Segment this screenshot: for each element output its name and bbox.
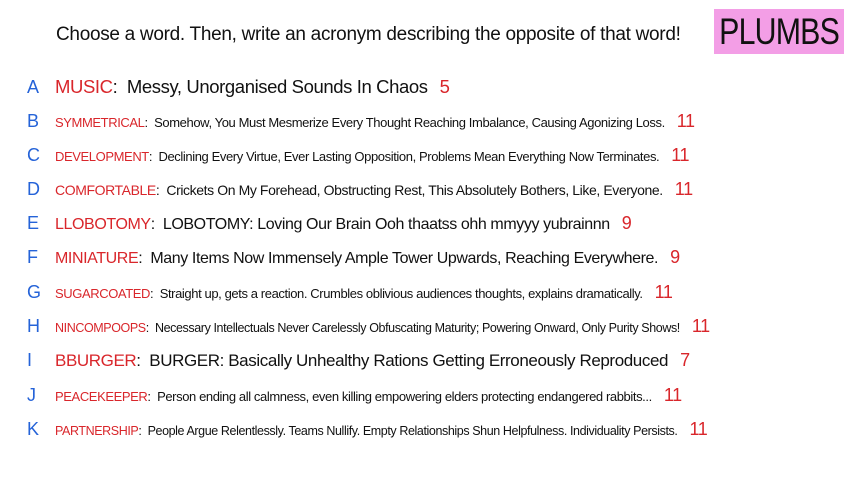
answer-acronym: Necessary Intellectuals Never Carelessly… [154, 320, 680, 335]
team-name-badge: PLUMBS [714, 9, 844, 54]
answer-word: NINCOMPOOPS [55, 320, 146, 335]
answer-letter: A [27, 76, 40, 97]
answer-word: BBURGER [55, 350, 137, 370]
answer-letter: K [27, 418, 40, 439]
answer-word: PEACEKEEPER [55, 388, 148, 404]
answer-word: LLOBOTOMY [55, 215, 151, 233]
answer-acronym: Straight up, gets a reaction. Crumbles o… [159, 285, 643, 301]
answer-acronym: Crickets On My Forehead, Obstructing Res… [166, 181, 663, 198]
answer-acronym: BURGER: Basically Unhealthy Rations Gett… [149, 350, 669, 370]
team-name: PLUMBS [719, 10, 840, 52]
answer-acronym: LOBOTOMY: Loving Our Brain Ooh thaatss o… [162, 215, 610, 233]
word-separator: : [150, 285, 160, 301]
answer-word: DEVELOPMENT [55, 148, 149, 164]
answer-word: COMFORTABLE [55, 181, 156, 198]
answer-score: 9 [621, 212, 632, 233]
answer-acronym: People Argue Relentlessly. Teams Nullify… [147, 423, 678, 438]
answer-score: 9 [670, 246, 680, 267]
word-separator: : [145, 320, 155, 335]
answer-score: 11 [671, 144, 690, 165]
answer-letter: H [27, 315, 40, 336]
answer-score: 11 [674, 178, 693, 199]
answer-word: MUSIC [55, 76, 113, 97]
answer-letter: J [27, 384, 36, 405]
answer-letter: G [27, 281, 42, 302]
answer-score: 5 [439, 76, 450, 97]
word-separator: : [147, 388, 158, 404]
answer-acronym: Person ending all calmness, even killing… [157, 388, 652, 404]
word-separator: : [136, 350, 150, 370]
answer-word: SYMMETRICAL [55, 114, 145, 130]
answer-word: SUGARCOATED [55, 285, 151, 301]
answer-letter: B [27, 110, 40, 131]
answer-score: 11 [676, 110, 695, 131]
answer-word: PARTNERSHIP [55, 423, 139, 438]
answer-score: 11 [654, 281, 673, 302]
answer-score: 7 [680, 349, 690, 370]
prompt-heading: Choose a word. Then, write an acronym de… [56, 24, 681, 45]
word-separator: : [112, 76, 127, 97]
answer-letter: F [27, 246, 38, 267]
answer-letter: D [27, 178, 40, 199]
answer-score: 11 [689, 418, 708, 439]
answer-letter: C [27, 144, 40, 165]
word-separator: : [148, 148, 159, 164]
answer-score: 11 [663, 384, 682, 405]
word-separator: : [138, 249, 151, 267]
answer-score: 11 [691, 315, 710, 336]
answer-acronym: Declining Every Virtue, Ever Lasting Opp… [158, 148, 660, 164]
word-separator: : [144, 114, 155, 130]
word-separator: : [150, 215, 163, 233]
word-separator: : [155, 181, 167, 198]
answer-acronym: Somehow, You Must Mesmerize Every Though… [154, 114, 665, 130]
answer-word: MINIATURE [55, 249, 139, 267]
answer-letter: I [27, 349, 33, 370]
answer-letter: E [27, 212, 40, 233]
answer-acronym: Many Items Now Immensely Ample Tower Upw… [150, 249, 659, 267]
word-separator: : [138, 423, 148, 438]
answer-acronym: Messy, Unorganised Sounds In Chaos [126, 76, 428, 97]
